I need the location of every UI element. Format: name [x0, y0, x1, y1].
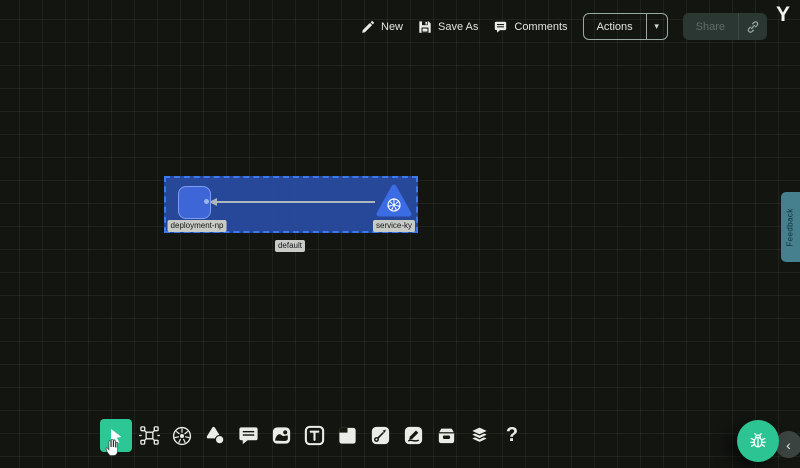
actions-split-button: Actions ▾	[583, 13, 668, 40]
help-icon: ?	[506, 424, 518, 447]
tool-text[interactable]	[298, 419, 330, 452]
chevron-down-icon: ▾	[654, 21, 659, 32]
save-icon	[418, 20, 432, 34]
tool-kubernetes[interactable]	[166, 419, 198, 452]
tool-pattern[interactable]	[133, 419, 165, 452]
chevron-left-icon: ‹	[786, 437, 791, 453]
comment-icon	[493, 20, 508, 34]
tool-comment[interactable]	[232, 419, 264, 452]
tool-archive[interactable]	[430, 419, 462, 452]
copy-link-button[interactable]	[738, 13, 767, 40]
canvas[interactable]: New Save As Comments Actions	[0, 0, 800, 468]
bug-icon	[747, 430, 769, 452]
top-toolbar: New Save As Comments Actions	[361, 13, 767, 40]
service-node-label: service-ky	[373, 220, 415, 232]
shapes-icon	[204, 424, 227, 447]
namespace-label: default	[275, 240, 305, 252]
app-logo[interactable]: Y	[776, 3, 791, 27]
connector-pen-icon	[369, 424, 392, 447]
pattern-icon	[138, 424, 161, 447]
deployment-node-label: deployment-np	[168, 220, 227, 232]
share-split-button: Share	[683, 13, 767, 40]
text-icon	[303, 424, 326, 447]
feedback-tab[interactable]: Feedback	[781, 192, 800, 262]
new-label: New	[381, 21, 403, 33]
tool-layers[interactable]	[463, 419, 495, 452]
link-icon	[746, 20, 760, 34]
bug-report-button[interactable]	[737, 420, 779, 462]
edge-line[interactable]	[216, 201, 375, 203]
tool-note[interactable]	[331, 419, 363, 452]
tool-pen[interactable]	[397, 419, 429, 452]
save-as-button[interactable]: Save As	[418, 20, 478, 34]
vignette-overlay	[0, 0, 800, 468]
service-node[interactable]	[376, 183, 412, 219]
panel-collapse-button[interactable]: ‹	[775, 431, 800, 458]
image-icon	[270, 424, 293, 447]
tool-shapes[interactable]	[199, 419, 231, 452]
archive-drawer-icon	[435, 424, 458, 447]
actions-dropdown-button[interactable]: ▾	[646, 14, 667, 39]
pencil-icon	[361, 20, 375, 34]
feedback-label: Feedback	[786, 208, 795, 246]
note-icon	[336, 424, 359, 447]
tool-select[interactable]	[100, 419, 132, 452]
comment-bubble-icon	[237, 424, 260, 447]
comments-button[interactable]: Comments	[493, 20, 567, 34]
share-button[interactable]: Share	[683, 13, 738, 40]
comments-label: Comments	[514, 21, 567, 33]
tool-help[interactable]: ?	[496, 419, 528, 452]
tool-connector[interactable]	[364, 419, 396, 452]
actions-button[interactable]: Actions	[584, 14, 646, 39]
pen-icon	[402, 424, 425, 447]
tool-image[interactable]	[265, 419, 297, 452]
kubernetes-icon	[170, 424, 194, 448]
layers-icon	[468, 424, 491, 447]
cursor-icon	[106, 426, 126, 446]
save-as-label: Save As	[438, 21, 478, 33]
tool-palette: ?	[100, 419, 528, 452]
edge-endpoint-dot	[204, 199, 209, 204]
new-button[interactable]: New	[361, 20, 403, 34]
